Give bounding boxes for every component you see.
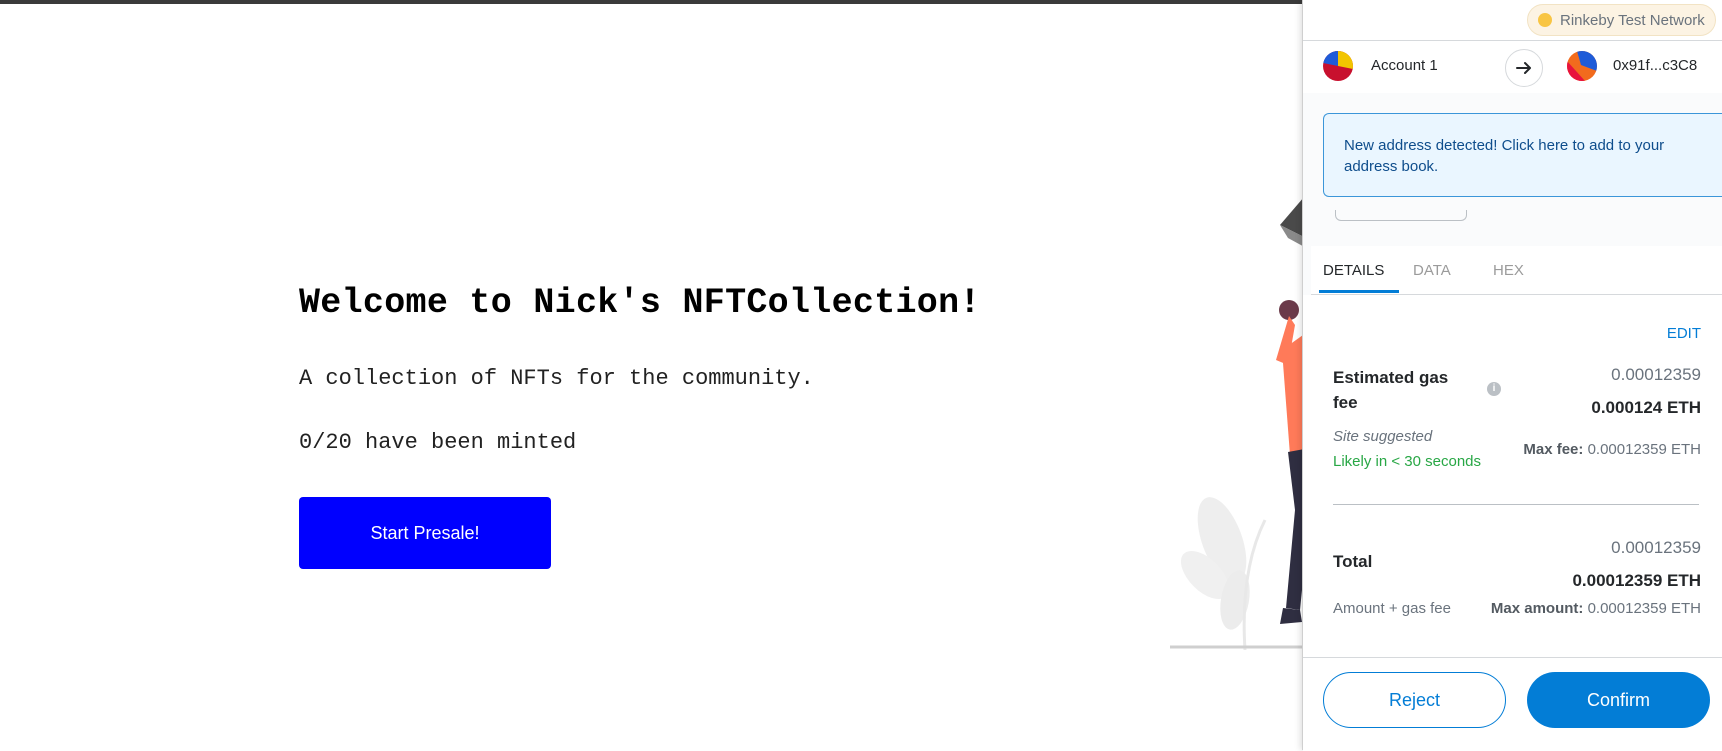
total-secondary: 0.00012359: [1611, 538, 1701, 557]
new-address-banner[interactable]: New address detected! Click here to add …: [1323, 113, 1722, 197]
transaction-tabs: DETAILS DATA HEX: [1311, 246, 1722, 295]
gas-timing-estimate: Likely in < 30 seconds: [1333, 453, 1482, 470]
obscured-button: [1335, 210, 1467, 221]
estimated-gas-fee-label: Estimated gas fee: [1333, 368, 1449, 412]
details-panel: EDIT Estimated gas fee i 0.00012359 0.00…: [1303, 295, 1722, 657]
arrow-right-icon: [1505, 49, 1543, 87]
sender-recipient-bar: Account 1 0x91f...c3C8: [1303, 40, 1722, 94]
tab-details[interactable]: DETAILS: [1323, 262, 1384, 279]
network-name: Rinkeby Test Network: [1560, 11, 1705, 29]
action-footer: Reject Confirm: [1303, 657, 1722, 751]
gas-fee-primary: 0.000124 ETH: [1591, 398, 1701, 417]
metamask-popup: Rinkeby Test Network Account 1 0x91f...c…: [1302, 0, 1722, 751]
total-sub-label: Amount + gas fee: [1333, 600, 1451, 617]
active-tab-indicator: [1319, 290, 1399, 293]
minted-count: 0/20 have been minted: [299, 430, 577, 455]
recipient-address[interactable]: 0x91f...c3C8: [1613, 57, 1697, 74]
from-account-avatar: [1323, 51, 1353, 81]
gas-fee-secondary: 0.00012359: [1611, 365, 1701, 384]
max-fee: Max fee: 0.00012359 ETH: [1523, 441, 1701, 458]
network-status-dot: [1538, 13, 1552, 27]
site-suggested-label: Site suggested: [1333, 428, 1433, 445]
tab-hex[interactable]: HEX: [1493, 262, 1524, 279]
edit-gas-link[interactable]: EDIT: [1667, 325, 1701, 342]
max-fee-value: 0.00012359 ETH: [1587, 441, 1701, 458]
confirm-button[interactable]: Confirm: [1527, 672, 1710, 728]
total-label: Total: [1333, 552, 1373, 571]
page-title: Welcome to Nick's NFTCollection!: [299, 283, 981, 323]
max-fee-label: Max fee:: [1523, 441, 1584, 458]
max-amount-value: 0.00012359 ETH: [1587, 600, 1701, 617]
recipient-avatar: [1567, 51, 1597, 81]
total-primary: 0.00012359 ETH: [1572, 571, 1701, 590]
network-selector[interactable]: Rinkeby Test Network: [1527, 4, 1716, 36]
start-presale-button[interactable]: Start Presale!: [299, 497, 551, 569]
from-account-name: Account 1: [1371, 57, 1438, 74]
max-amount: Max amount: 0.00012359 ETH: [1491, 600, 1701, 617]
max-amount-label: Max amount:: [1490, 600, 1584, 617]
section-divider: [1333, 504, 1699, 505]
tab-data[interactable]: DATA: [1413, 262, 1451, 279]
reject-button[interactable]: Reject: [1323, 672, 1506, 728]
page-description: A collection of NFTs for the community.: [299, 366, 814, 391]
person-illustration: [1170, 190, 1310, 650]
info-icon[interactable]: i: [1487, 382, 1501, 396]
